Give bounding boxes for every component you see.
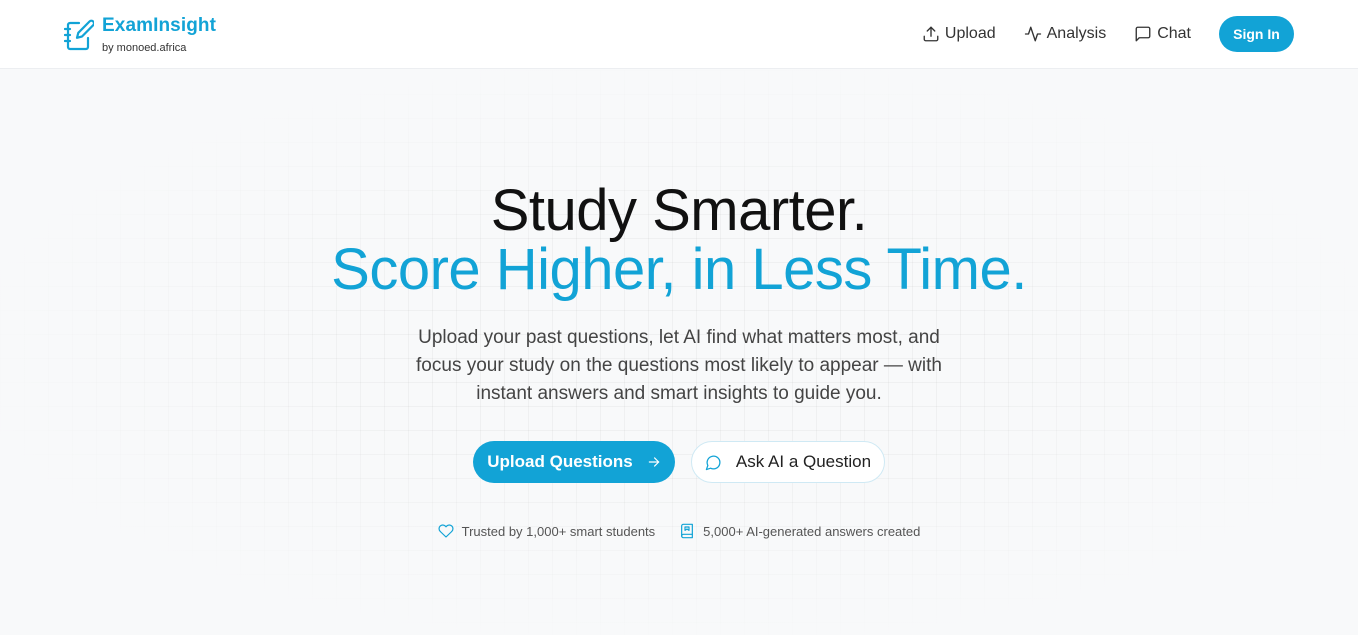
sign-in-button[interactable]: Sign In [1219, 16, 1294, 52]
brand-logo[interactable]: ExamInsight by monoed.africa [64, 15, 216, 55]
message-square-icon [1135, 26, 1151, 42]
arrow-right-icon [648, 457, 659, 467]
trust-stats: Trusted by 1,000+ smart students 5,000+ … [0, 523, 1358, 539]
ask-ai-label: Ask AI a Question [735, 452, 872, 471]
brand-name: ExamInsight [102, 15, 217, 36]
notebook-pen-icon [64, 19, 94, 51]
hero-section: Study Smarter. Score Higher, in Less Tim… [0, 70, 1358, 635]
stat-answers: 5,000+ AI-generated answers created [679, 523, 920, 539]
book-icon [681, 523, 694, 539]
stat-students-label: Trusted by 1,000+ smart students [461, 523, 656, 539]
hero-subtitle: Upload your past questions, let AI find … [416, 327, 942, 404]
nav-label-analysis: Analysis [1046, 25, 1107, 42]
ask-ai-button[interactable]: Ask AI a Question [691, 441, 885, 483]
hero-cta-group: Upload Questions Ask AI a Question [0, 441, 1358, 483]
nav-item-upload[interactable]: Upload [922, 25, 996, 43]
top-navbar: ExamInsight by monoed.africa Upload Anal… [0, 0, 1358, 69]
message-circle-icon [705, 455, 721, 470]
heart-icon [438, 524, 454, 538]
nav-item-chat[interactable]: Chat [1134, 25, 1191, 43]
stat-answers-label: 5,000+ AI-generated answers created [703, 523, 921, 539]
nav-label-chat: Chat [1157, 25, 1191, 42]
hero-title-line2: Score Higher, in Less Time. [331, 237, 1027, 302]
nav-label-upload: Upload [944, 25, 996, 42]
main-nav: Upload Analysis Chat Sign In [922, 16, 1294, 52]
upload-icon [923, 26, 939, 42]
activity-icon [1024, 26, 1041, 42]
nav-item-analysis[interactable]: Analysis [1024, 25, 1107, 43]
upload-questions-button[interactable]: Upload Questions [473, 441, 675, 483]
brand-subtitle: by monoed.africa [102, 42, 187, 54]
stat-students: Trusted by 1,000+ smart students [438, 523, 656, 539]
hero-title-line1: Study Smarter. [490, 178, 868, 243]
upload-questions-label: Upload Questions [487, 452, 633, 471]
